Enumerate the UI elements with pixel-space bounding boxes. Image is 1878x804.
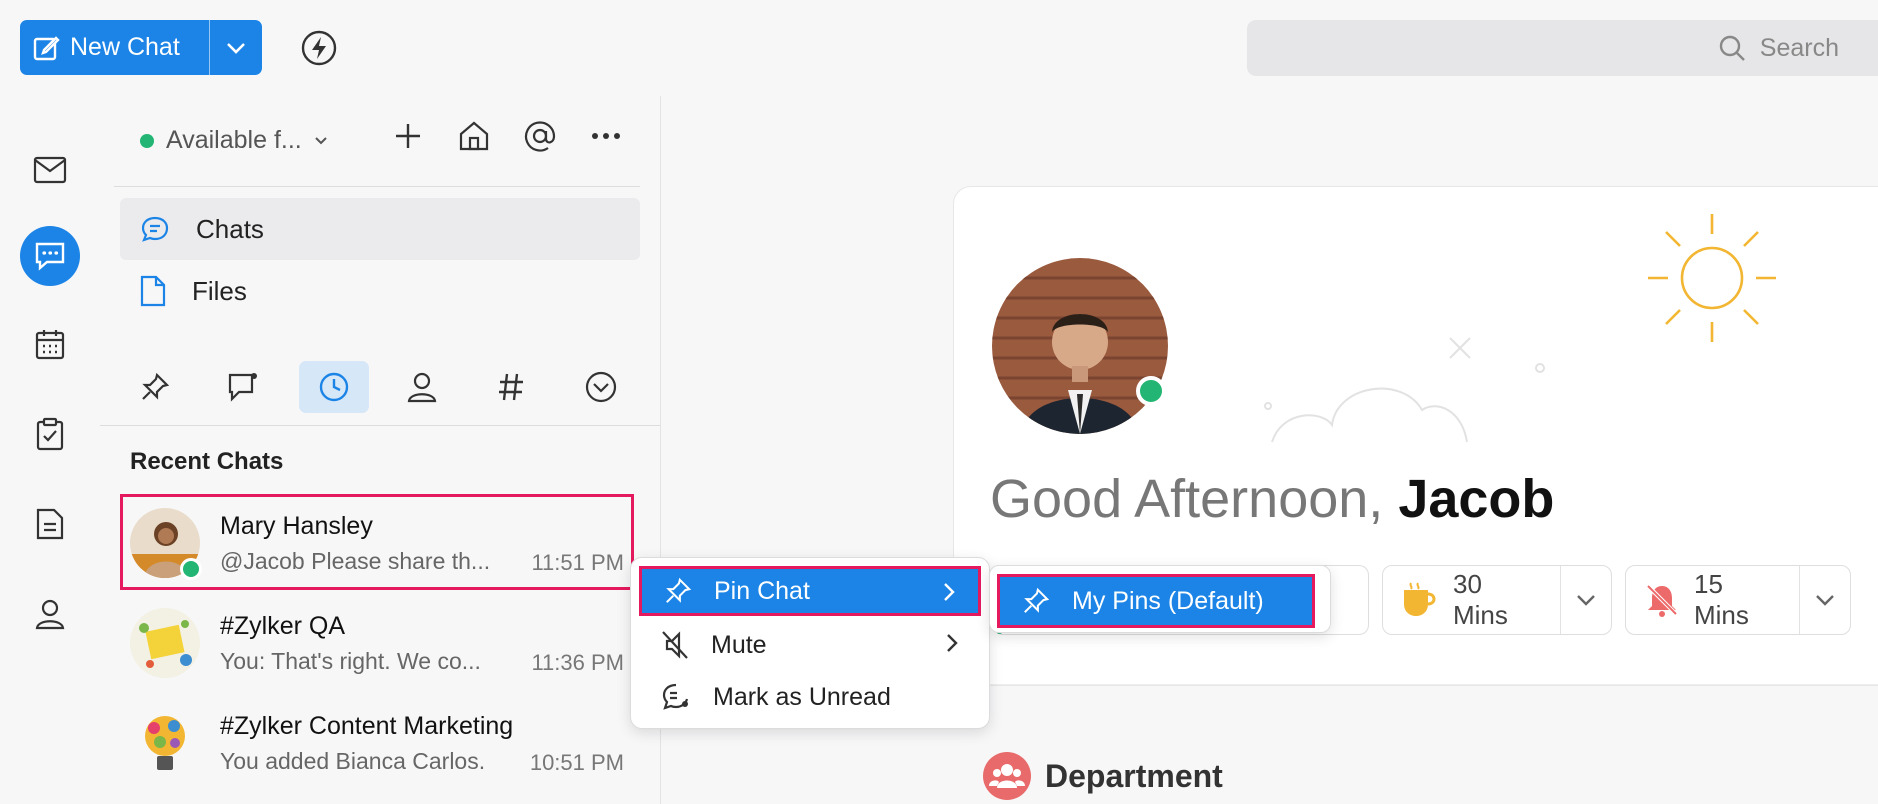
status-chip-dnd[interactable]: 15 Mins — [1625, 565, 1851, 635]
search-placeholder: Search — [1759, 33, 1839, 62]
clock-icon — [318, 371, 350, 403]
hash-icon — [497, 372, 525, 402]
pin-icon — [664, 577, 692, 605]
app-rail — [0, 96, 100, 804]
nav-item-chats[interactable]: Chats — [120, 198, 640, 260]
pin-submenu: My Pins (Default) — [989, 565, 1331, 633]
chat-preview: @Jacob Please share th... — [220, 548, 491, 574]
sidebar-actions — [388, 116, 626, 156]
new-chat-label: New Chat — [70, 33, 180, 61]
chat-time: 11:36 PM — [531, 650, 624, 675]
menu-label: Pin Chat — [714, 576, 810, 605]
chevron-down-icon — [225, 41, 247, 55]
compose-icon — [32, 34, 60, 62]
chat-icon[interactable] — [20, 226, 80, 286]
department-label: Department — [1045, 757, 1223, 794]
pin-icon — [140, 372, 170, 402]
chat-time: 11:51 PM — [531, 550, 624, 575]
chat-name: #Zylker QA — [220, 612, 346, 640]
profile-photo[interactable] — [992, 258, 1168, 434]
nav-item-files[interactable]: Files — [120, 260, 640, 322]
chat-filters — [120, 361, 650, 417]
mute-icon — [661, 630, 689, 660]
filter-contacts[interactable] — [387, 361, 457, 413]
chip-dropdown[interactable] — [1799, 566, 1850, 634]
notes-icon[interactable] — [20, 494, 80, 554]
department-section: Department — [983, 752, 1223, 800]
status-dot — [140, 133, 154, 148]
search-icon — [1718, 34, 1746, 62]
filter-recent[interactable] — [299, 361, 369, 413]
greeting-prefix: Good Afternoon, — [990, 469, 1384, 529]
status-chip-coffee[interactable]: 30 Mins — [1382, 565, 1612, 635]
new-chat-dropdown[interactable] — [210, 20, 262, 75]
recent-chats-title: Recent Chats — [130, 448, 284, 475]
more-icon[interactable] — [586, 116, 626, 156]
message-icon — [227, 372, 259, 402]
status-label: Available f... — [166, 126, 302, 154]
bell-off-icon — [1644, 582, 1680, 618]
contacts-icon[interactable] — [20, 584, 80, 644]
menu-item-mute[interactable]: Mute — [639, 620, 981, 670]
chat-item-zylker-content-marketing[interactable]: #Zylker Content Marketing You added Bian… — [120, 694, 634, 790]
cloud-decoration-icon — [1262, 330, 1562, 450]
chat-item-mary-hansley[interactable]: Mary Hansley @Jacob Please share th... 1… — [120, 494, 634, 590]
tasks-icon[interactable] — [20, 404, 80, 464]
mention-icon[interactable] — [520, 116, 560, 156]
online-status-dot — [180, 558, 202, 580]
chat-preview: You added Bianca Carlos. — [220, 748, 486, 774]
search-bar[interactable]: Search — [1247, 20, 1878, 76]
menu-item-pin-chat[interactable]: Pin Chat — [639, 566, 981, 616]
chat-bubble-icon — [140, 215, 170, 243]
chevron-right-icon — [942, 581, 956, 603]
sun-icon — [1640, 210, 1790, 345]
chat-context-menu: Pin Chat Mute Mark as Unread — [630, 557, 990, 729]
chat-item-zylker-qa[interactable]: #Zylker QA You: That's right. We co... 1… — [120, 594, 634, 690]
online-status-dot — [1136, 376, 1166, 406]
divider — [953, 684, 1878, 685]
submenu-item-my-pins[interactable]: My Pins (Default) — [997, 574, 1315, 628]
chip-label: 30 Mins — [1453, 569, 1508, 630]
filter-channels[interactable] — [476, 361, 546, 413]
divider — [114, 186, 640, 187]
status-selector[interactable]: Available f... — [140, 126, 328, 155]
new-chat-button[interactable]: New Chat — [20, 20, 209, 75]
nav-label-files: Files — [192, 275, 247, 306]
mail-icon[interactable] — [20, 140, 80, 200]
home-icon[interactable] — [454, 116, 494, 156]
submenu-label: My Pins (Default) — [1072, 586, 1264, 615]
filter-conversations[interactable] — [208, 361, 278, 413]
avatar — [130, 608, 200, 678]
chevron-circle-down-icon — [584, 370, 618, 404]
chat-name: #Zylker Content Marketing — [220, 712, 514, 740]
greeting-text: Good Afternoon, Jacob — [990, 468, 1554, 530]
chip-label: 15 Mins — [1694, 569, 1749, 630]
chevron-right-icon — [945, 632, 959, 654]
divider — [100, 425, 660, 426]
filter-more[interactable] — [566, 361, 636, 413]
nav-label-chats: Chats — [196, 213, 264, 244]
chevron-down-icon — [314, 136, 328, 146]
new-chat-button-group: New Chat — [20, 20, 262, 75]
menu-label: Mute — [711, 630, 767, 659]
calendar-icon[interactable] — [20, 314, 80, 374]
person-icon — [407, 371, 437, 403]
group-icon — [983, 752, 1031, 800]
filter-pinned[interactable] — [120, 361, 190, 413]
coffee-icon — [1401, 582, 1439, 618]
menu-label: Mark as Unread — [713, 682, 891, 711]
unread-icon — [661, 682, 691, 712]
plus-icon[interactable] — [388, 116, 428, 156]
chat-time: 10:51 PM — [529, 750, 624, 775]
chip-dropdown[interactable] — [1560, 566, 1611, 634]
file-icon — [140, 275, 166, 307]
menu-item-mark-unread[interactable]: Mark as Unread — [639, 672, 981, 722]
chat-preview: You: That's right. We co... — [220, 648, 481, 674]
pin-icon — [1022, 587, 1050, 615]
greeting-name: Jacob — [1398, 469, 1555, 529]
lightning-icon[interactable] — [300, 29, 338, 67]
chat-name: Mary Hansley — [220, 512, 373, 540]
chat-sidebar: Available f... Chats Files Recent Chats … — [100, 96, 660, 804]
avatar — [130, 708, 200, 778]
